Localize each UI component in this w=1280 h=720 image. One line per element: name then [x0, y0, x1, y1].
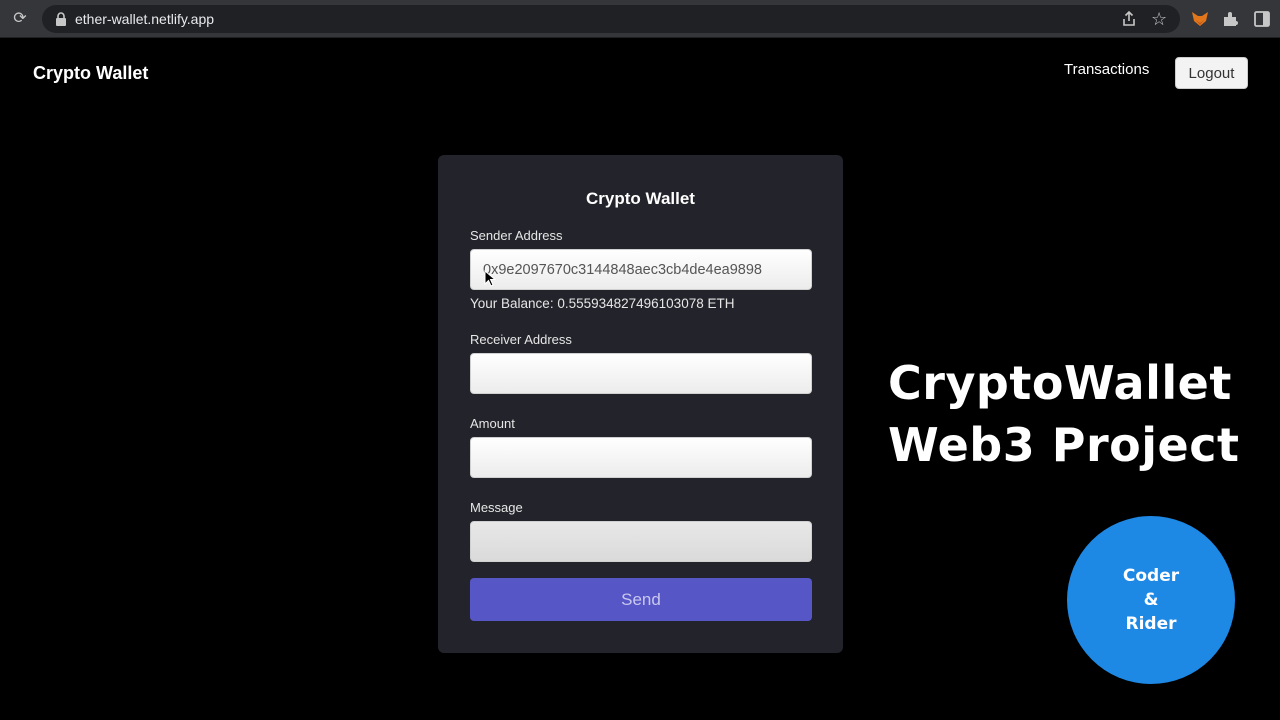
badge-line-1: Coder — [1122, 566, 1180, 586]
receiver-address-label: Receiver Address — [470, 332, 572, 347]
overlay-title: CryptoWallet Web3 Project — [888, 352, 1268, 476]
amount-label: Amount — [470, 416, 515, 431]
url-text: ether-wallet.netlify.app — [75, 11, 215, 27]
reload-icon[interactable]: ⟳ — [10, 9, 30, 29]
wallet-form-card: Crypto Wallet Sender Address Your Balanc… — [438, 155, 843, 653]
address-bar[interactable]: ether-wallet.netlify.app ☆ — [42, 5, 1180, 33]
fox-extension-icon[interactable] — [1190, 9, 1210, 29]
sender-address-input[interactable] — [470, 249, 812, 290]
logout-button[interactable]: Logout — [1175, 57, 1248, 89]
balance-text: Your Balance: 0.555934827496103078 ETH — [470, 296, 735, 311]
overlay-title-line-2: Web3 Project — [888, 418, 1240, 472]
side-panel-icon[interactable] — [1252, 9, 1272, 29]
lock-icon — [56, 12, 66, 26]
receiver-address-input[interactable] — [470, 353, 812, 394]
brand-title[interactable]: Crypto Wallet — [33, 63, 148, 84]
sender-address-label: Sender Address — [470, 228, 563, 243]
send-button[interactable]: Send — [470, 578, 812, 621]
badge-line-2: & — [1143, 590, 1159, 610]
amount-input[interactable] — [470, 437, 812, 478]
share-icon[interactable] — [1120, 10, 1138, 28]
message-input[interactable] — [470, 521, 812, 562]
star-icon[interactable]: ☆ — [1151, 8, 1167, 30]
coder-rider-badge: Coder & Rider — [1067, 516, 1235, 684]
overlay-title-line-1: CryptoWallet — [888, 356, 1232, 410]
form-title: Crypto Wallet — [586, 189, 695, 208]
puzzle-extension-icon[interactable] — [1221, 9, 1241, 29]
badge-line-3: Rider — [1125, 614, 1177, 634]
message-label: Message — [470, 500, 523, 515]
mouse-cursor-icon — [484, 270, 496, 287]
nav-transactions-link[interactable]: Transactions — [1064, 61, 1149, 78]
browser-toolbar: ⟳ ether-wallet.netlify.app ☆ — [0, 0, 1280, 38]
